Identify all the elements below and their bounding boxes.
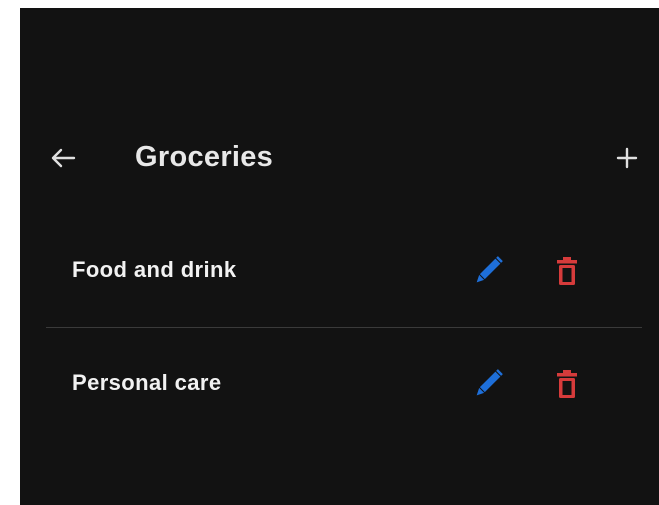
list-item[interactable]: Food and drink [20,213,659,313]
pencil-icon [476,369,503,396]
list-item-label: Food and drink [72,257,237,282]
delete-button[interactable] [547,364,587,404]
screen: Groceries Food and drink Personal care [20,8,659,505]
plus-icon [616,147,638,169]
delete-button[interactable] [547,251,587,291]
add-category-button[interactable] [610,141,644,175]
edit-button[interactable] [468,251,508,291]
arrow-left-icon [51,148,76,168]
page-title: Groceries [135,141,274,173]
trash-icon [557,257,577,285]
list-item-label: Personal care [72,370,222,395]
trash-icon [557,370,577,398]
edit-button[interactable] [468,364,508,404]
pencil-icon [476,256,503,283]
back-button[interactable] [46,141,80,175]
app-bar: Groceries [20,126,659,186]
list-item[interactable]: Personal care [20,326,659,426]
